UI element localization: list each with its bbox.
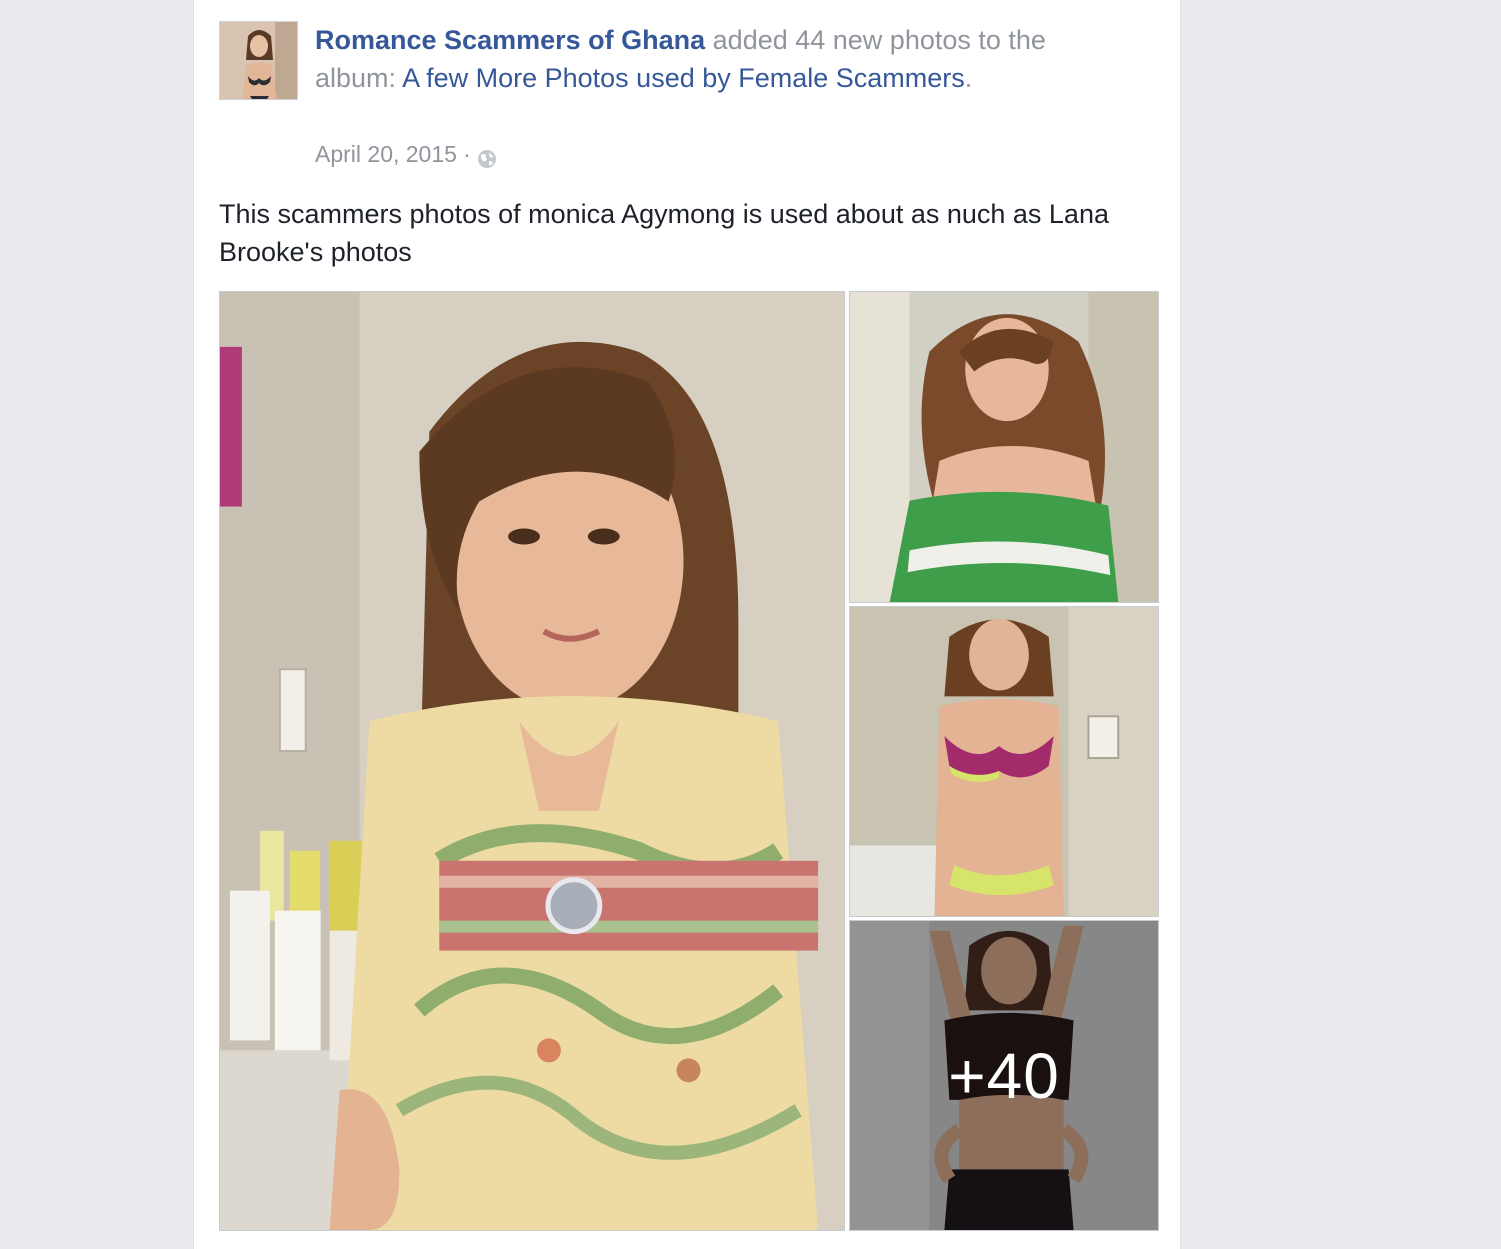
post-timestamp[interactable]: April 20, 2015	[315, 137, 457, 171]
author-link[interactable]: Romance Scammers of Ghana	[315, 25, 705, 55]
post-meta: April 20, 2015 ·	[315, 137, 497, 171]
page-avatar[interactable]	[219, 21, 298, 100]
more-photos-count[interactable]: +40	[850, 921, 1158, 1230]
album-photo-thumb-1[interactable]	[849, 291, 1159, 603]
header-period: .	[964, 63, 973, 93]
album-photo-thumb-3[interactable]: +40	[849, 920, 1159, 1231]
post-header: Romance Scammers of Ghana added 44 new p…	[315, 21, 1075, 97]
feed-post-card: Romance Scammers of Ghana added 44 new p…	[193, 0, 1181, 1249]
globe-icon[interactable]	[477, 144, 497, 168]
album-link[interactable]: A few More Photos used by Female Scammer…	[402, 63, 965, 93]
meta-separator: ·	[462, 141, 471, 167]
post-body-text: This scammers photos of monica Agymong i…	[219, 199, 1109, 267]
album-photo-thumb-2[interactable]	[849, 606, 1159, 917]
album-photo-main[interactable]	[219, 291, 845, 1231]
